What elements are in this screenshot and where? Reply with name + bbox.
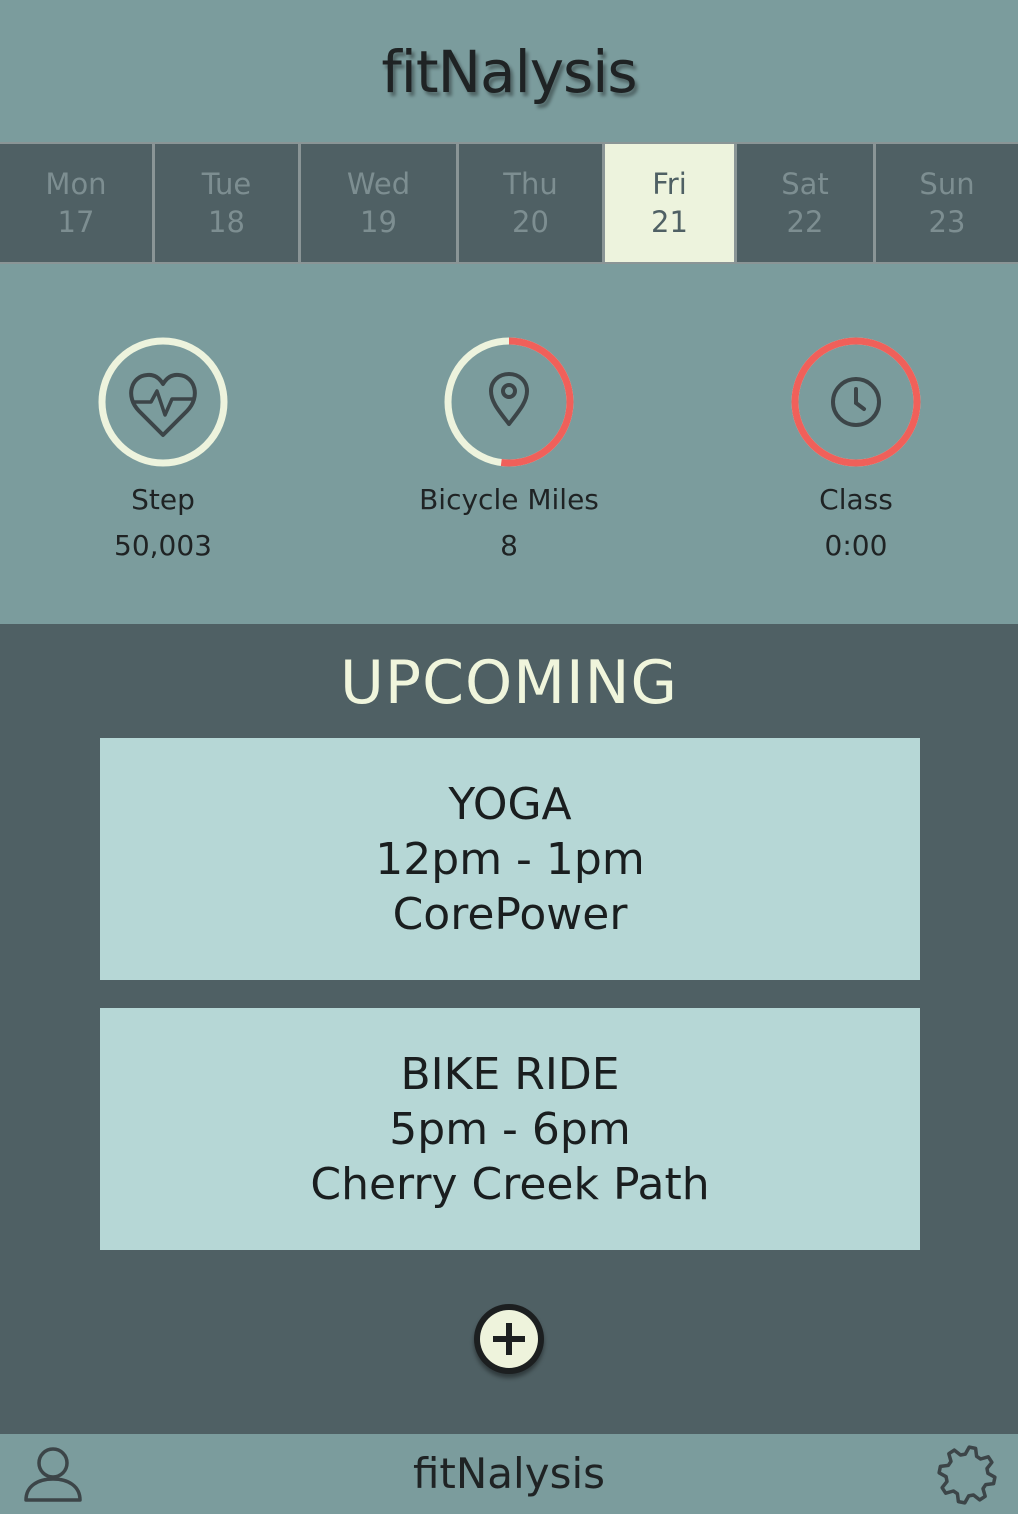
- add-event-button[interactable]: [474, 1304, 544, 1374]
- stat-label: Bicycle Miles: [419, 483, 599, 516]
- event-name: BIKE RIDE: [400, 1048, 620, 1100]
- event-time: 5pm - 6pm: [389, 1103, 631, 1155]
- day-name: Sat: [781, 167, 829, 201]
- stats-panel: Step 50,003 Bicycle Miles 8 Class 0:00: [0, 264, 1018, 624]
- event-location: CorePower: [392, 888, 628, 940]
- day-tab-mon[interactable]: Mon 17: [0, 144, 155, 262]
- app-header: fitNalysis: [0, 0, 1018, 142]
- map-pin-icon: [489, 372, 529, 426]
- day-name: Tue: [201, 167, 252, 201]
- day-tab-wed[interactable]: Wed 19: [301, 144, 459, 262]
- stat-bicycle-miles[interactable]: Bicycle Miles 8: [379, 336, 639, 564]
- stat-label: Class: [819, 483, 893, 516]
- day-selector: Mon 17 Tue 18 Wed 19 Thu 20 Fri 21 Sat 2…: [0, 142, 1018, 264]
- bottom-bar: fitNalysis: [0, 1434, 1018, 1514]
- stat-value: 50,003: [114, 529, 212, 562]
- day-tab-sun[interactable]: Sun 23: [876, 144, 1018, 262]
- day-name: Fri: [652, 167, 687, 201]
- day-tab-tue[interactable]: Tue 18: [155, 144, 301, 262]
- event-card-yoga[interactable]: YOGA 12pm - 1pm CorePower: [100, 738, 920, 980]
- upcoming-section: UPCOMING YOGA 12pm - 1pm CorePower BIKE …: [0, 624, 1018, 1434]
- day-date: 20: [512, 205, 549, 239]
- stat-value: 0:00: [824, 529, 888, 562]
- gear-icon: [937, 1445, 997, 1505]
- stat-class[interactable]: Class 0:00: [726, 336, 986, 564]
- profile-button[interactable]: [22, 1442, 84, 1508]
- day-date: 18: [208, 205, 245, 239]
- stat-value: 8: [500, 529, 518, 562]
- steps-progress-ring: [98, 337, 228, 467]
- plus-icon: [480, 1310, 538, 1368]
- stat-label: Step: [131, 483, 195, 516]
- upcoming-title: UPCOMING: [339, 648, 679, 718]
- day-date: 23: [928, 205, 966, 239]
- day-tab-fri[interactable]: Fri 21: [605, 144, 737, 262]
- class-progress-ring: [791, 337, 921, 467]
- bicycle-progress-ring: [444, 337, 574, 467]
- day-date: 19: [360, 205, 397, 239]
- day-name: Sun: [919, 167, 975, 201]
- day-date: 21: [651, 205, 688, 239]
- event-name: YOGA: [448, 778, 572, 830]
- day-name: Thu: [503, 167, 558, 201]
- event-location: Cherry Creek Path: [310, 1158, 710, 1210]
- heartbeat-icon: [129, 372, 197, 437]
- day-date: 22: [786, 205, 824, 239]
- day-date: 17: [57, 205, 95, 239]
- app-title: fitNalysis: [381, 38, 637, 106]
- day-tab-thu[interactable]: Thu 20: [459, 144, 605, 262]
- event-time: 12pm - 1pm: [375, 833, 645, 885]
- stat-steps[interactable]: Step 50,003: [33, 336, 293, 564]
- day-name: Wed: [346, 167, 411, 201]
- clock-icon: [831, 377, 881, 427]
- event-card-bike-ride[interactable]: BIKE RIDE 5pm - 6pm Cherry Creek Path: [100, 1008, 920, 1250]
- footer-title: fitNalysis: [412, 1449, 606, 1498]
- day-name: Mon: [45, 167, 107, 201]
- settings-button[interactable]: [934, 1442, 1000, 1508]
- user-icon: [24, 1447, 82, 1502]
- day-tab-sat[interactable]: Sat 22: [737, 144, 876, 262]
